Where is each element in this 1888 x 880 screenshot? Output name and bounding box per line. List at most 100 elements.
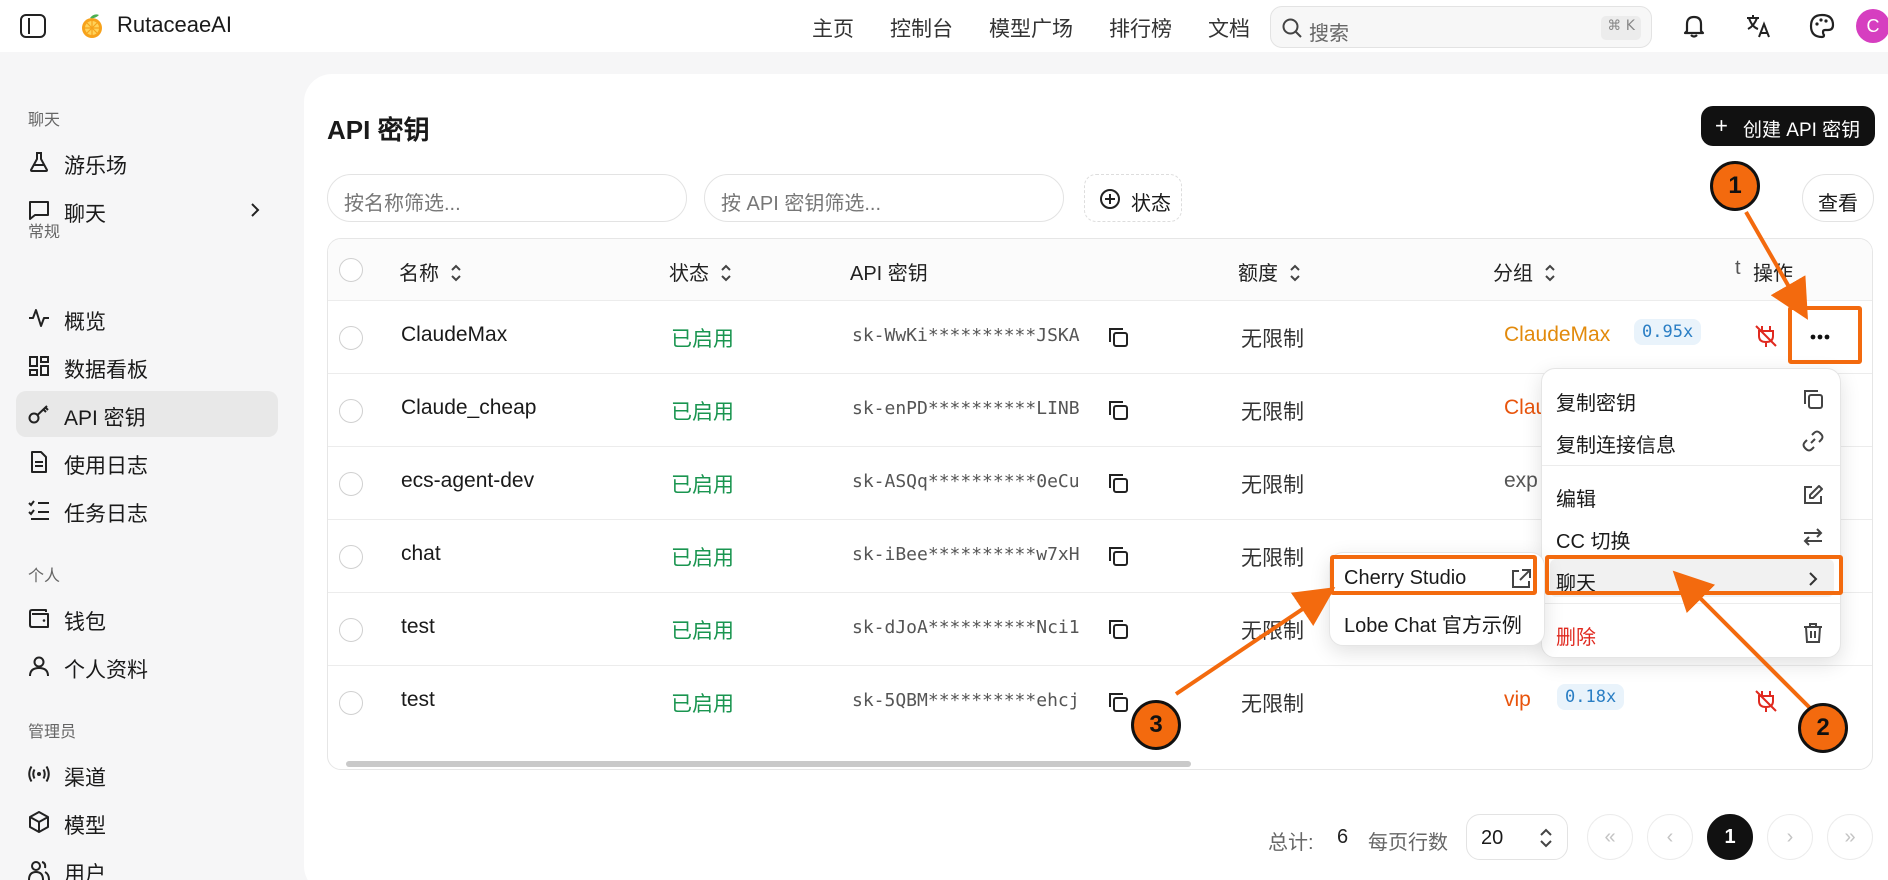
masked-key: sk-dJoA**********Nci1 <box>852 617 1080 638</box>
row-checkbox[interactable] <box>339 472 363 496</box>
key-name: chat <box>401 542 441 565</box>
rows-per-page-select[interactable]: 20 <box>1466 814 1568 860</box>
more-actions-icon[interactable] <box>1802 321 1838 353</box>
sidebar-item-label: 用户 <box>64 863 106 880</box>
copy-icon[interactable] <box>1107 472 1129 494</box>
nav-console[interactable]: 控制台 <box>890 13 953 43</box>
name-filter-input[interactable]: 按名称筛选... <box>327 174 687 222</box>
nav-leaderboard[interactable]: 排行榜 <box>1109 13 1172 43</box>
sidebar-item-label: 游乐场 <box>64 155 127 178</box>
sidebar-toggle-icon[interactable] <box>20 14 46 38</box>
sidebar-item-overview[interactable]: 概览 <box>16 295 278 341</box>
section-chat: 聊天 <box>28 112 61 129</box>
menu-delete[interactable]: 删除 <box>1550 613 1834 651</box>
select-all-checkbox[interactable] <box>339 258 363 282</box>
copy-icon[interactable] <box>1107 618 1129 640</box>
quota-value: 无限制 <box>1241 693 1304 716</box>
header-name[interactable]: 名称 <box>399 257 463 286</box>
menu-cc-switch[interactable]: CC 切换 <box>1550 517 1834 555</box>
nav-model-square[interactable]: 模型广场 <box>989 13 1073 43</box>
status-badge: 已启用 <box>671 620 734 643</box>
section-admin: 管理员 <box>28 724 77 741</box>
key-filter-input[interactable]: 按 API 密钥筛选... <box>704 174 1064 222</box>
brand-name[interactable]: RutaceaeAI <box>117 12 232 38</box>
palette-icon[interactable] <box>1808 12 1836 40</box>
status-badge: 已启用 <box>671 401 734 424</box>
sidebar-item-users[interactable]: 用户 <box>16 847 278 880</box>
table-row[interactable]: ClaudeMax 已启用 sk-WwKi**********JSKA 无限制 … <box>328 301 1872 374</box>
nav-docs[interactable]: 文档 <box>1208 13 1250 43</box>
user-avatar[interactable]: C <box>1856 9 1888 43</box>
sidebar-item-profile[interactable]: 个人资料 <box>16 643 278 689</box>
sidebar-item-playground[interactable]: 游乐场 <box>16 139 278 185</box>
masked-key: sk-5QBM**********ehcj <box>852 690 1080 711</box>
status-filter-button[interactable]: 状态 <box>1084 174 1182 222</box>
key-filter-placeholder: 按 API 密钥筛选... <box>721 193 882 215</box>
prev-page-button[interactable]: ‹ <box>1647 814 1693 860</box>
status-badge: 已启用 <box>671 474 734 497</box>
header-actions: 操作 <box>1753 263 1793 285</box>
bell-icon[interactable] <box>1680 12 1708 40</box>
sidebar-item-dashboard[interactable]: 数据看板 <box>16 343 278 389</box>
chevrons-up-down-icon <box>1540 828 1552 848</box>
chevron-right-icon <box>251 203 260 217</box>
sidebar-item-api-keys[interactable]: API 密钥 <box>16 391 278 437</box>
table-row[interactable]: test 已启用 sk-5QBM**********ehcj 无限制 vip 0… <box>328 666 1872 739</box>
total-label: 总计: <box>1268 832 1314 854</box>
horizontal-scrollbar[interactable] <box>346 761 1191 767</box>
copy-icon[interactable] <box>1107 326 1129 348</box>
nav-home[interactable]: 主页 <box>812 13 854 43</box>
search-placeholder: 搜索 <box>1309 23 1349 45</box>
flask-icon <box>29 152 49 172</box>
create-button-label: 创建 API 密钥 <box>1743 120 1861 141</box>
quota-value: 无限制 <box>1241 474 1304 497</box>
header-group[interactable]: 分组 <box>1493 257 1557 286</box>
row-checkbox[interactable] <box>339 545 363 569</box>
submenu-cherry-studio[interactable]: Cherry Studio <box>1338 559 1538 597</box>
row-checkbox[interactable] <box>339 618 363 642</box>
plug-off-icon[interactable] <box>1753 323 1779 349</box>
rows-per-page-label: 每页行数 <box>1368 832 1448 854</box>
external-link-icon <box>1512 569 1531 588</box>
header-quota[interactable]: 额度 <box>1238 257 1302 286</box>
sort-icon <box>721 264 731 282</box>
row-checkbox[interactable] <box>339 326 363 350</box>
search-shortcut: ⌘ K <box>1601 16 1641 40</box>
group-value: ClaudeMax <box>1504 323 1611 346</box>
row-checkbox[interactable] <box>339 399 363 423</box>
menu-copy-key[interactable]: 复制密钥 <box>1550 379 1834 417</box>
layout-dashboard-icon <box>29 356 49 376</box>
row-checkbox[interactable] <box>339 691 363 715</box>
menu-edit[interactable]: 编辑 <box>1550 475 1834 513</box>
header-partial: t <box>1735 257 1741 279</box>
copy-icon[interactable] <box>1107 691 1129 713</box>
sidebar-item-models[interactable]: 模型 <box>16 799 278 845</box>
menu-copy-connection[interactable]: 复制连接信息 <box>1550 421 1834 459</box>
plus-circle-icon <box>1100 189 1120 209</box>
copy-icon[interactable] <box>1107 399 1129 421</box>
sidebar-item-task-logs[interactable]: 任务日志 <box>16 487 278 533</box>
submenu-lobe-chat[interactable]: Lobe Chat 官方示例 <box>1338 601 1538 639</box>
page-1-button[interactable]: 1 <box>1707 814 1753 860</box>
trash-icon <box>1804 623 1822 643</box>
create-api-key-button[interactable]: + 创建 API 密钥 <box>1701 106 1875 146</box>
sidebar-item-wallet[interactable]: 钱包 <box>16 595 278 641</box>
masked-key: sk-iBee**********w7xH <box>852 544 1080 565</box>
copy-icon[interactable] <box>1107 545 1129 567</box>
first-page-button[interactable]: « <box>1587 814 1633 860</box>
list-checks-icon <box>28 500 49 520</box>
search-input[interactable]: 搜索 ⌘ K <box>1270 6 1652 48</box>
last-page-button[interactable]: » <box>1827 814 1873 860</box>
menu-chat[interactable]: 聊天 <box>1550 559 1834 597</box>
ratio-badge: 0.95x <box>1634 319 1702 345</box>
box-icon <box>29 811 49 833</box>
plug-off-icon[interactable] <box>1753 688 1779 714</box>
sidebar-item-usage-logs[interactable]: 使用日志 <box>16 439 278 485</box>
header-status[interactable]: 状态 <box>669 257 733 286</box>
next-page-button[interactable]: › <box>1767 814 1813 860</box>
translate-icon[interactable] <box>1744 12 1772 40</box>
sidebar-item-channels[interactable]: 渠道 <box>16 751 278 797</box>
group-value: exp <box>1504 469 1538 492</box>
view-options-button[interactable]: 查看 <box>1802 174 1874 222</box>
step-badge-1: 1 <box>1710 161 1760 211</box>
